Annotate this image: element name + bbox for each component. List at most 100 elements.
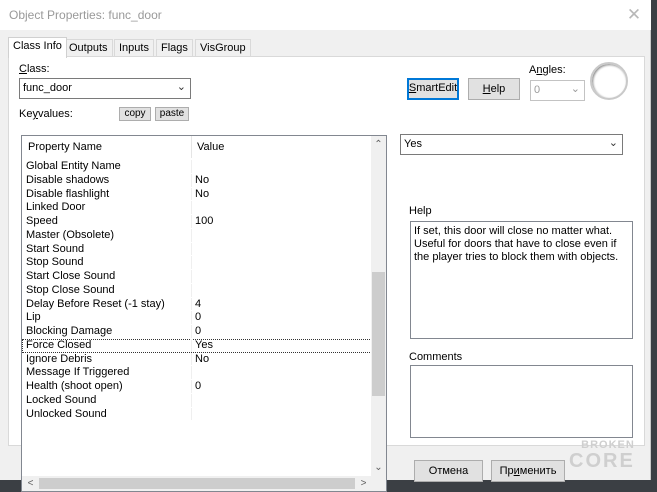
column-divider: [191, 160, 192, 173]
column-divider: [191, 338, 192, 352]
watermark-logo: BROKEN CORE: [569, 437, 635, 472]
property-value-cell[interactable]: Yes: [195, 339, 213, 353]
table-row[interactable]: Disable shadows No: [22, 173, 372, 188]
table-row[interactable]: Master (Obsolete): [22, 228, 372, 243]
angles-value: 0: [534, 84, 541, 96]
scroll-left-icon[interactable]: <: [22, 476, 39, 491]
table-row[interactable]: Global Entity Name: [22, 160, 372, 174]
object-properties-window: Object Properties: func_door ✕ Class Inf…: [0, 0, 651, 492]
property-value-cell[interactable]: 4: [195, 298, 201, 312]
property-name-cell: Start Sound: [26, 242, 85, 255]
property-value-cell[interactable]: 0: [195, 325, 201, 339]
table-row[interactable]: Stop Close Sound: [22, 283, 372, 298]
vertical-scrollbar[interactable]: ⌃ ⌄: [371, 136, 386, 476]
copy-button[interactable]: copy: [119, 107, 151, 121]
tab-visgroup[interactable]: VisGroup: [195, 39, 251, 57]
comments-label: Comments: [409, 351, 463, 363]
property-name-cell: Ignore Debris: [26, 352, 93, 365]
value-editor-combobox[interactable]: Yes ⌄: [400, 134, 623, 155]
tab-inputs[interactable]: Inputs: [114, 39, 154, 57]
table-row[interactable]: Locked Sound: [22, 393, 372, 408]
help-button[interactable]: Help: [468, 78, 520, 100]
class-combobox[interactable]: func_door ⌄: [19, 78, 191, 99]
watermark-line2: CORE: [569, 450, 635, 472]
property-name-cell: Unlocked Sound: [26, 407, 107, 420]
table-row[interactable]: Start Sound: [22, 242, 372, 257]
chevron-down-icon[interactable]: ⌄: [177, 80, 186, 93]
angle-dial[interactable]: [590, 62, 628, 100]
property-name-cell: Force Closed: [26, 338, 92, 351]
help-textbox[interactable]: If set, this door will close no matter w…: [410, 221, 633, 339]
property-name-cell: Linked Door: [26, 201, 86, 214]
table-row[interactable]: Force Closed Yes: [22, 338, 372, 353]
chevron-down-icon[interactable]: ⌄: [609, 136, 618, 149]
property-value-cell[interactable]: No: [195, 188, 209, 202]
tab-class-info[interactable]: Class Info: [8, 37, 67, 58]
property-value-cell[interactable]: 0: [195, 311, 201, 325]
title-bar[interactable]: Object Properties: func_door ✕: [0, 0, 651, 30]
property-name-cell: Disable shadows: [26, 173, 110, 186]
property-name-cell: Health (shoot open): [26, 380, 123, 392]
help-label: Help: [409, 205, 432, 217]
property-name-cell: Global Entity Name: [26, 160, 121, 172]
vertical-scroll-thumb[interactable]: [372, 272, 385, 396]
property-value-cell[interactable]: No: [195, 174, 209, 188]
horizontal-scrollbar[interactable]: < >: [22, 476, 372, 491]
class-info-panel: Class: func_door ⌄ Keyvalues: copy paste…: [8, 56, 645, 492]
scroll-down-icon[interactable]: ⌄: [371, 459, 386, 476]
help-mnemonic: H: [482, 83, 491, 95]
keyvalues-label-post: values:: [37, 108, 73, 120]
column-divider: [191, 187, 192, 201]
close-icon[interactable]: ✕: [623, 4, 645, 26]
grid-rows: Global Entity Name Disable shadows No Disab…: [22, 160, 372, 421]
property-value-cell[interactable]: 0: [195, 380, 201, 394]
table-row[interactable]: Delay Before Reset (-1 stay) 4: [22, 297, 372, 312]
property-name-cell: Stop Close Sound: [26, 283, 115, 296]
table-row[interactable]: Start Close Sound: [22, 270, 372, 284]
column-divider: [191, 283, 192, 297]
column-divider[interactable]: [191, 136, 192, 158]
angles-label: Angles:: [529, 64, 566, 76]
value-editor-value: Yes: [404, 138, 422, 150]
class-label-mnemonic: C: [19, 63, 27, 75]
scrollbar-corner: [371, 476, 386, 491]
angles-combobox[interactable]: 0 ⌄: [530, 80, 585, 101]
property-name-cell: Stop Sound: [26, 256, 84, 269]
column-header-value[interactable]: Value: [197, 141, 224, 153]
property-value-cell[interactable]: No: [195, 353, 209, 367]
column-divider: [191, 393, 192, 407]
column-divider: [191, 256, 192, 269]
grid-header: Property Name Value: [22, 136, 372, 158]
tab-outputs[interactable]: Outputs: [64, 39, 113, 57]
column-divider: [191, 311, 192, 324]
scroll-right-icon[interactable]: >: [355, 476, 372, 491]
scroll-up-icon[interactable]: ⌃: [371, 136, 386, 153]
property-name-cell: Disable flashlight: [26, 187, 110, 200]
property-name-cell: Message If Triggered: [26, 366, 130, 379]
table-row[interactable]: Blocking Damage 0: [22, 325, 372, 339]
apply-button[interactable]: Применить: [491, 460, 565, 482]
column-divider: [191, 173, 192, 187]
smartedit-button[interactable]: SmartEdit: [407, 78, 459, 100]
table-row[interactable]: Linked Door: [22, 201, 372, 215]
table-row[interactable]: Stop Sound: [22, 256, 372, 270]
table-row[interactable]: Message If Triggered: [22, 366, 372, 380]
table-row[interactable]: Disable flashlight No: [22, 187, 372, 202]
table-row[interactable]: Speed 100: [22, 215, 372, 229]
property-value-cell[interactable]: 100: [195, 215, 213, 229]
paste-button[interactable]: paste: [155, 107, 189, 121]
cancel-button[interactable]: Отмена: [414, 460, 483, 482]
column-divider: [191, 201, 192, 214]
comments-textbox[interactable]: [410, 365, 633, 438]
keyvalues-grid: Property Name Value Global Entity Name Di…: [21, 135, 387, 492]
table-row[interactable]: Unlocked Sound: [22, 407, 372, 422]
chevron-down-icon[interactable]: ⌄: [571, 82, 580, 95]
property-name-cell: Start Close Sound: [26, 270, 116, 282]
tab-flags[interactable]: Flags: [156, 39, 193, 57]
help-button-label: elp: [490, 83, 506, 95]
column-header-property[interactable]: Property Name: [28, 141, 102, 153]
table-row[interactable]: Health (shoot open) 0: [22, 380, 372, 394]
table-row[interactable]: Lip 0: [22, 311, 372, 325]
table-row[interactable]: Ignore Debris No: [22, 352, 372, 367]
column-divider: [191, 325, 192, 338]
